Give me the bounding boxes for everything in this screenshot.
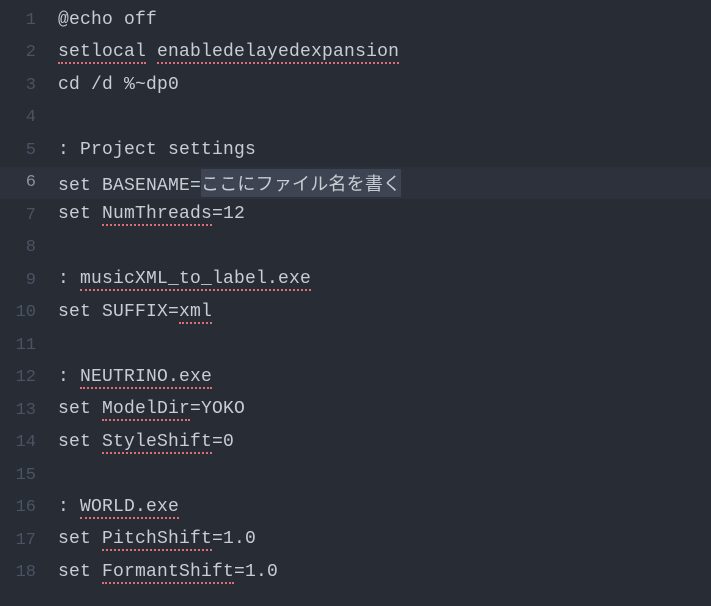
code-content[interactable]: set FormantShift=1.0 bbox=[42, 562, 278, 584]
code-line[interactable]: 6set BASENAME=ここにファイル名を書く bbox=[0, 167, 711, 200]
selected-text: ここにファイル名を書く bbox=[201, 169, 401, 197]
line-number: 8 bbox=[0, 238, 42, 257]
line-number: 11 bbox=[0, 336, 42, 355]
code-content[interactable]: set BASENAME=ここにファイル名を書く bbox=[42, 169, 401, 197]
code-token: : Project settings bbox=[58, 140, 256, 160]
line-number: 7 bbox=[0, 206, 42, 225]
code-token: @echo off bbox=[58, 10, 157, 30]
code-line[interactable]: 9: musicXML_to_label.exe bbox=[0, 264, 711, 297]
spellcheck-token: WORLD.exe bbox=[80, 497, 179, 519]
code-line[interactable]: 15 bbox=[0, 459, 711, 492]
code-content[interactable]: set ModelDir=YOKO bbox=[42, 399, 245, 421]
code-line[interactable]: 4 bbox=[0, 102, 711, 135]
code-content[interactable]: : WORLD.exe bbox=[42, 497, 179, 519]
code-token: =1.0 bbox=[234, 562, 278, 582]
code-line[interactable]: 14set StyleShift=0 bbox=[0, 427, 711, 460]
line-number: 3 bbox=[0, 76, 42, 95]
spellcheck-token: xml bbox=[179, 302, 212, 324]
spellcheck-token: musicXML_to_label.exe bbox=[80, 269, 311, 291]
line-number: 14 bbox=[0, 433, 42, 452]
code-content[interactable]: set StyleShift=0 bbox=[42, 432, 234, 454]
code-content[interactable]: @echo off bbox=[42, 10, 157, 30]
line-number: 17 bbox=[0, 531, 42, 550]
line-number: 18 bbox=[0, 563, 42, 582]
code-token: set bbox=[58, 204, 102, 224]
code-token: set BASENAME= bbox=[58, 176, 201, 196]
code-line[interactable]: 2setlocal enabledelayedexpansion bbox=[0, 37, 711, 70]
code-line[interactable]: 13set ModelDir=YOKO bbox=[0, 394, 711, 427]
code-token: : bbox=[58, 367, 80, 387]
line-number: 9 bbox=[0, 271, 42, 290]
code-token: =YOKO bbox=[190, 399, 245, 419]
line-number: 4 bbox=[0, 108, 42, 127]
code-line[interactable]: 5 : Project settings bbox=[0, 134, 711, 167]
code-token: set bbox=[58, 399, 102, 419]
code-token: set bbox=[58, 432, 102, 452]
spellcheck-token: ModelDir bbox=[102, 399, 190, 421]
code-content[interactable]: : Project settings bbox=[42, 140, 256, 160]
code-token: =1.0 bbox=[212, 529, 256, 549]
spellcheck-token: setlocal bbox=[58, 42, 146, 64]
code-token bbox=[146, 42, 157, 62]
code-content[interactable]: set PitchShift=1.0 bbox=[42, 529, 256, 551]
code-line[interactable]: 8 bbox=[0, 232, 711, 265]
line-number: 15 bbox=[0, 466, 42, 485]
line-number: 5 bbox=[0, 141, 42, 160]
code-token: =12 bbox=[212, 204, 245, 224]
code-content[interactable]: setlocal enabledelayedexpansion bbox=[42, 42, 399, 64]
line-number: 10 bbox=[0, 303, 42, 322]
spellcheck-token: NEUTRINO.exe bbox=[80, 367, 212, 389]
spellcheck-token: NumThreads bbox=[102, 204, 212, 226]
code-line[interactable]: 3 cd /d %~dp0 bbox=[0, 69, 711, 102]
code-line[interactable]: 17set PitchShift=1.0 bbox=[0, 524, 711, 557]
code-token: : bbox=[58, 497, 80, 517]
code-line[interactable]: 16: WORLD.exe bbox=[0, 492, 711, 525]
line-number: 6 bbox=[0, 173, 42, 192]
code-content[interactable]: set NumThreads=12 bbox=[42, 204, 245, 226]
line-number: 1 bbox=[0, 11, 42, 30]
code-editor[interactable]: 1@echo off2setlocal enabledelayedexpansi… bbox=[0, 0, 711, 589]
code-content[interactable]: : musicXML_to_label.exe bbox=[42, 269, 311, 291]
spellcheck-token: StyleShift bbox=[102, 432, 212, 454]
code-line[interactable]: 11 bbox=[0, 329, 711, 362]
line-number: 2 bbox=[0, 43, 42, 62]
code-line[interactable]: 1 @echo off bbox=[0, 4, 711, 37]
code-token: cd /d %~dp0 bbox=[58, 75, 179, 95]
code-token: : bbox=[58, 269, 80, 289]
code-token: set bbox=[58, 562, 102, 582]
code-line[interactable]: 10set SUFFIX=xml bbox=[0, 297, 711, 330]
code-token: set bbox=[58, 529, 102, 549]
spellcheck-token: FormantShift bbox=[102, 562, 234, 584]
line-number: 16 bbox=[0, 498, 42, 517]
code-content[interactable]: set SUFFIX=xml bbox=[42, 302, 212, 324]
code-line[interactable]: 18set FormantShift=1.0 bbox=[0, 557, 711, 590]
line-number: 12 bbox=[0, 368, 42, 387]
code-line[interactable]: 7set NumThreads=12 bbox=[0, 199, 711, 232]
spellcheck-token: enabledelayedexpansion bbox=[157, 42, 399, 64]
line-number: 13 bbox=[0, 401, 42, 420]
code-content[interactable]: cd /d %~dp0 bbox=[42, 75, 179, 95]
code-token: set SUFFIX= bbox=[58, 302, 179, 322]
spellcheck-token: PitchShift bbox=[102, 529, 212, 551]
code-content[interactable]: : NEUTRINO.exe bbox=[42, 367, 212, 389]
code-token: =0 bbox=[212, 432, 234, 452]
code-line[interactable]: 12: NEUTRINO.exe bbox=[0, 362, 711, 395]
